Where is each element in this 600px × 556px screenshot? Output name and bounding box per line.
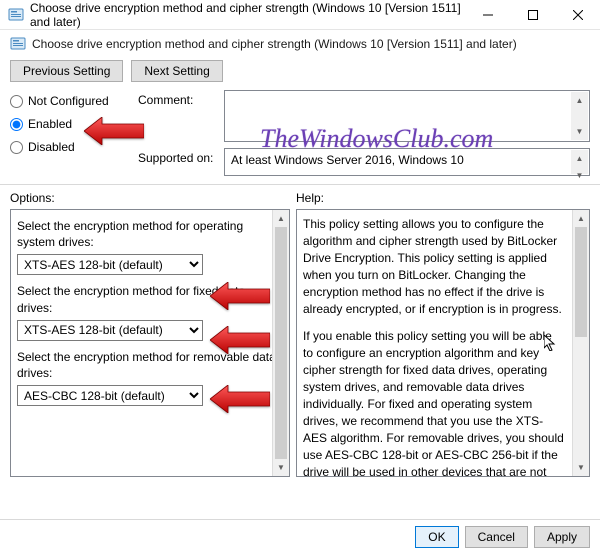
option-os-label: Select the encryption method for operati… — [17, 218, 283, 250]
option-os-select[interactable]: XTS-AES 128-bit (default) — [17, 254, 203, 275]
help-paragraph: This policy setting allows you to config… — [303, 216, 565, 318]
minimize-button[interactable] — [465, 0, 510, 30]
close-button[interactable] — [555, 0, 600, 30]
radio-not-configured-input[interactable] — [10, 95, 23, 108]
window-title: Choose drive encryption method and ciphe… — [30, 1, 465, 29]
supported-on-text: At least Windows Server 2016, Windows 10 — [231, 153, 464, 167]
radio-not-configured[interactable]: Not Configured — [10, 94, 130, 108]
radio-enabled[interactable]: Enabled — [10, 117, 130, 131]
help-label: Help: — [296, 189, 590, 209]
titlebar: Choose drive encryption method and ciphe… — [0, 0, 600, 30]
radio-label: Disabled — [28, 140, 75, 154]
option-fixed-label: Select the encryption method for fixed d… — [17, 283, 283, 315]
options-scrollbar[interactable]: ▲ ▼ — [272, 210, 289, 476]
subheader: Choose drive encryption method and ciphe… — [10, 36, 590, 52]
ok-button[interactable]: OK — [415, 526, 458, 548]
option-removable-select[interactable]: AES-CBC 128-bit (default) — [17, 385, 203, 406]
help-scrollbar[interactable]: ▲ ▼ — [572, 210, 589, 476]
apply-button[interactable]: Apply — [534, 526, 590, 548]
next-setting-button[interactable]: Next Setting — [131, 60, 222, 82]
comment-input[interactable]: ▲▼ — [224, 90, 590, 142]
supported-scrollbar[interactable]: ▲▼ — [571, 150, 588, 174]
supported-on-label: Supported on: — [138, 148, 218, 165]
options-label: Options: — [10, 189, 296, 209]
dialog-footer: OK Cancel Apply — [0, 519, 600, 556]
subheader-text: Choose drive encryption method and ciphe… — [32, 37, 517, 51]
comment-label: Comment: — [138, 90, 218, 107]
supported-on-value: At least Windows Server 2016, Windows 10… — [224, 148, 590, 176]
cancel-button[interactable]: Cancel — [465, 526, 528, 548]
policy-icon — [10, 36, 26, 52]
window-controls — [465, 0, 600, 30]
help-pane: This policy setting allows you to config… — [296, 209, 590, 477]
maximize-button[interactable] — [510, 0, 555, 30]
help-text: This policy setting allows you to config… — [303, 216, 583, 477]
options-pane: Select the encryption method for operati… — [10, 209, 290, 477]
radio-disabled-input[interactable] — [10, 141, 23, 154]
divider — [0, 184, 600, 185]
radio-label: Enabled — [28, 117, 72, 131]
policy-icon — [8, 7, 24, 23]
option-removable-label: Select the encryption method for removab… — [17, 349, 283, 381]
radio-disabled[interactable]: Disabled — [10, 140, 130, 154]
comment-scrollbar[interactable]: ▲▼ — [571, 92, 588, 140]
radio-enabled-input[interactable] — [10, 118, 23, 131]
previous-setting-button[interactable]: Previous Setting — [10, 60, 123, 82]
state-radio-group: Not Configured Enabled Disabled — [10, 90, 130, 154]
help-paragraph: If you enable this policy setting you wi… — [303, 328, 565, 477]
radio-label: Not Configured — [28, 94, 109, 108]
option-fixed-select[interactable]: XTS-AES 128-bit (default) — [17, 320, 203, 341]
